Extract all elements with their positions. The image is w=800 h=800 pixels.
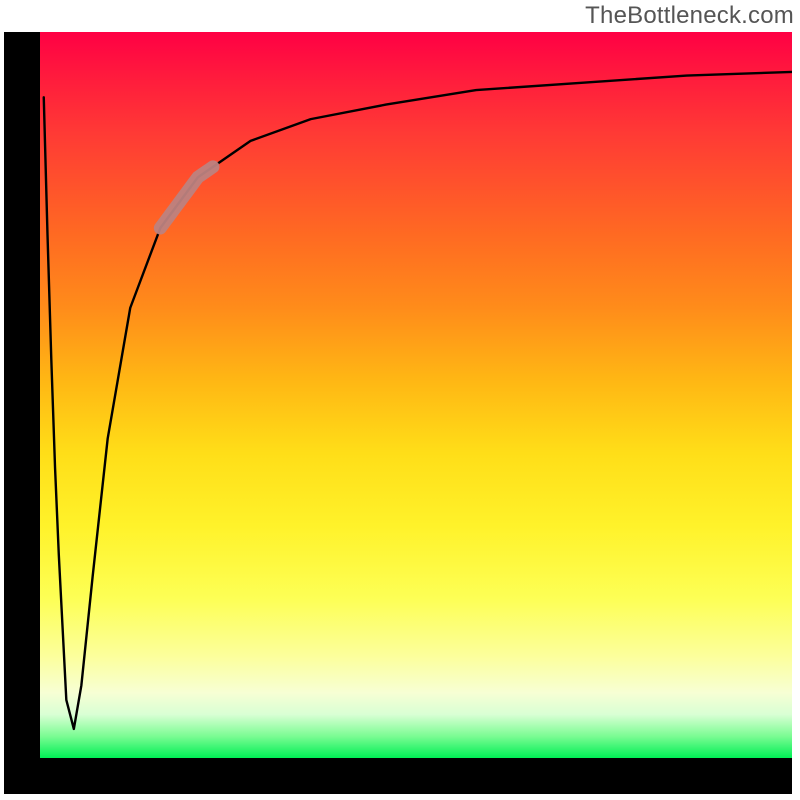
curve-layer xyxy=(40,32,792,758)
y-axis-bar xyxy=(4,32,40,758)
attribution-label: TheBottleneck.com xyxy=(585,2,794,30)
curve-highlight-segment xyxy=(160,167,213,228)
bottleneck-curve xyxy=(44,72,792,729)
plot-area xyxy=(40,32,792,758)
x-axis-bar xyxy=(4,758,792,794)
plot-frame xyxy=(4,32,796,796)
chart-container: TheBottleneck.com xyxy=(0,0,800,800)
